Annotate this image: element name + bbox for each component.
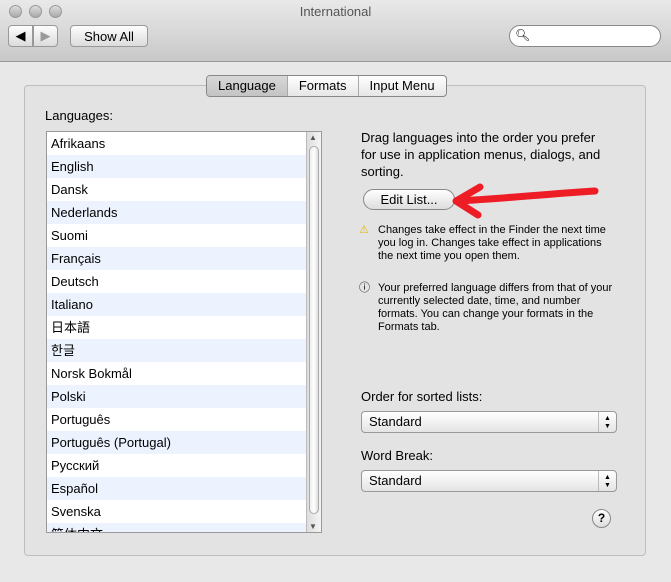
warning-icon: ⚠ [359, 224, 369, 236]
list-item[interactable]: Suomi [47, 224, 306, 247]
scrollbar[interactable]: ▲ ▼ [306, 132, 321, 532]
warning-note: ⚠ Changes take effect in the Finder the … [359, 224, 619, 263]
scroll-up-arrow[interactable]: ▲ [309, 133, 317, 142]
list-item[interactable]: Português (Portugal) [47, 431, 306, 454]
list-item[interactable]: Deutsch [47, 270, 306, 293]
languages-label: Languages: [45, 108, 113, 123]
word-break-label: Word Break: [361, 448, 434, 463]
scroll-thumb[interactable] [309, 146, 319, 514]
list-item[interactable]: Norsk Bokmål [47, 362, 306, 385]
edit-list-button[interactable]: Edit List... [363, 189, 455, 210]
list-item[interactable]: Русский [47, 454, 306, 477]
info-note: ⓘ Your preferred language differs from t… [359, 282, 619, 334]
list-item[interactable]: Português [47, 408, 306, 431]
list-item[interactable]: Nederlands [47, 201, 306, 224]
list-item[interactable]: Afrikaans [47, 132, 306, 155]
scroll-down-arrow[interactable]: ▼ [309, 522, 317, 531]
tab-bar: Language Formats Input Menu [206, 75, 447, 97]
title-bar: International ◀ ▶ Show All 🔍︎ [0, 0, 671, 62]
list-item[interactable]: Dansk [47, 178, 306, 201]
sorted-lists-select[interactable]: Standard ▲ ▼ [361, 411, 617, 433]
list-item[interactable]: 简体中文 [47, 523, 306, 532]
list-item[interactable]: Polski [47, 385, 306, 408]
list-item[interactable]: 日本語 [47, 316, 306, 339]
list-item[interactable]: Español [47, 477, 306, 500]
tab-language[interactable]: Language [207, 76, 288, 96]
sorted-lists-label: Order for sorted lists: [361, 389, 483, 404]
updown-chevron-icon: ▲ ▼ [598, 412, 616, 432]
list-item[interactable]: 한글 [47, 339, 306, 362]
window-title: International [299, 4, 372, 19]
help-button[interactable]: ? [592, 509, 611, 528]
sorted-lists-value: Standard [369, 414, 422, 429]
updown-chevron-icon: ▲ ▼ [598, 471, 616, 491]
list-item[interactable]: Svenska [47, 500, 306, 523]
description-text: Drag languages into the order you prefer… [361, 130, 601, 179]
search-input[interactable]: 🔍︎ [509, 25, 661, 47]
show-all-button[interactable]: Show All [70, 25, 148, 47]
list-item[interactable]: Italiano [47, 293, 306, 316]
tab-input-menu[interactable]: Input Menu [359, 76, 446, 96]
list-item[interactable]: Français [47, 247, 306, 270]
word-break-value: Standard [369, 473, 422, 488]
tab-formats[interactable]: Formats [288, 76, 359, 96]
back-button[interactable]: ◀ [8, 25, 33, 47]
forward-button[interactable]: ▶ [33, 25, 58, 47]
red-arrow-annotation [452, 183, 599, 219]
languages-list[interactable]: Afrikaans English Dansk Nederlands Suomi Fran… [46, 131, 322, 533]
warning-text: Changes take effect in the Finder the ne… [378, 224, 606, 262]
info-text: Your preferred language differs from tha… [378, 282, 613, 333]
list-item[interactable]: English [47, 155, 306, 178]
word-break-select[interactable]: Standard ▲ ▼ [361, 470, 617, 492]
search-icon: 🔍︎ [515, 28, 531, 42]
exclamation-icon: ⓘ [359, 282, 370, 294]
